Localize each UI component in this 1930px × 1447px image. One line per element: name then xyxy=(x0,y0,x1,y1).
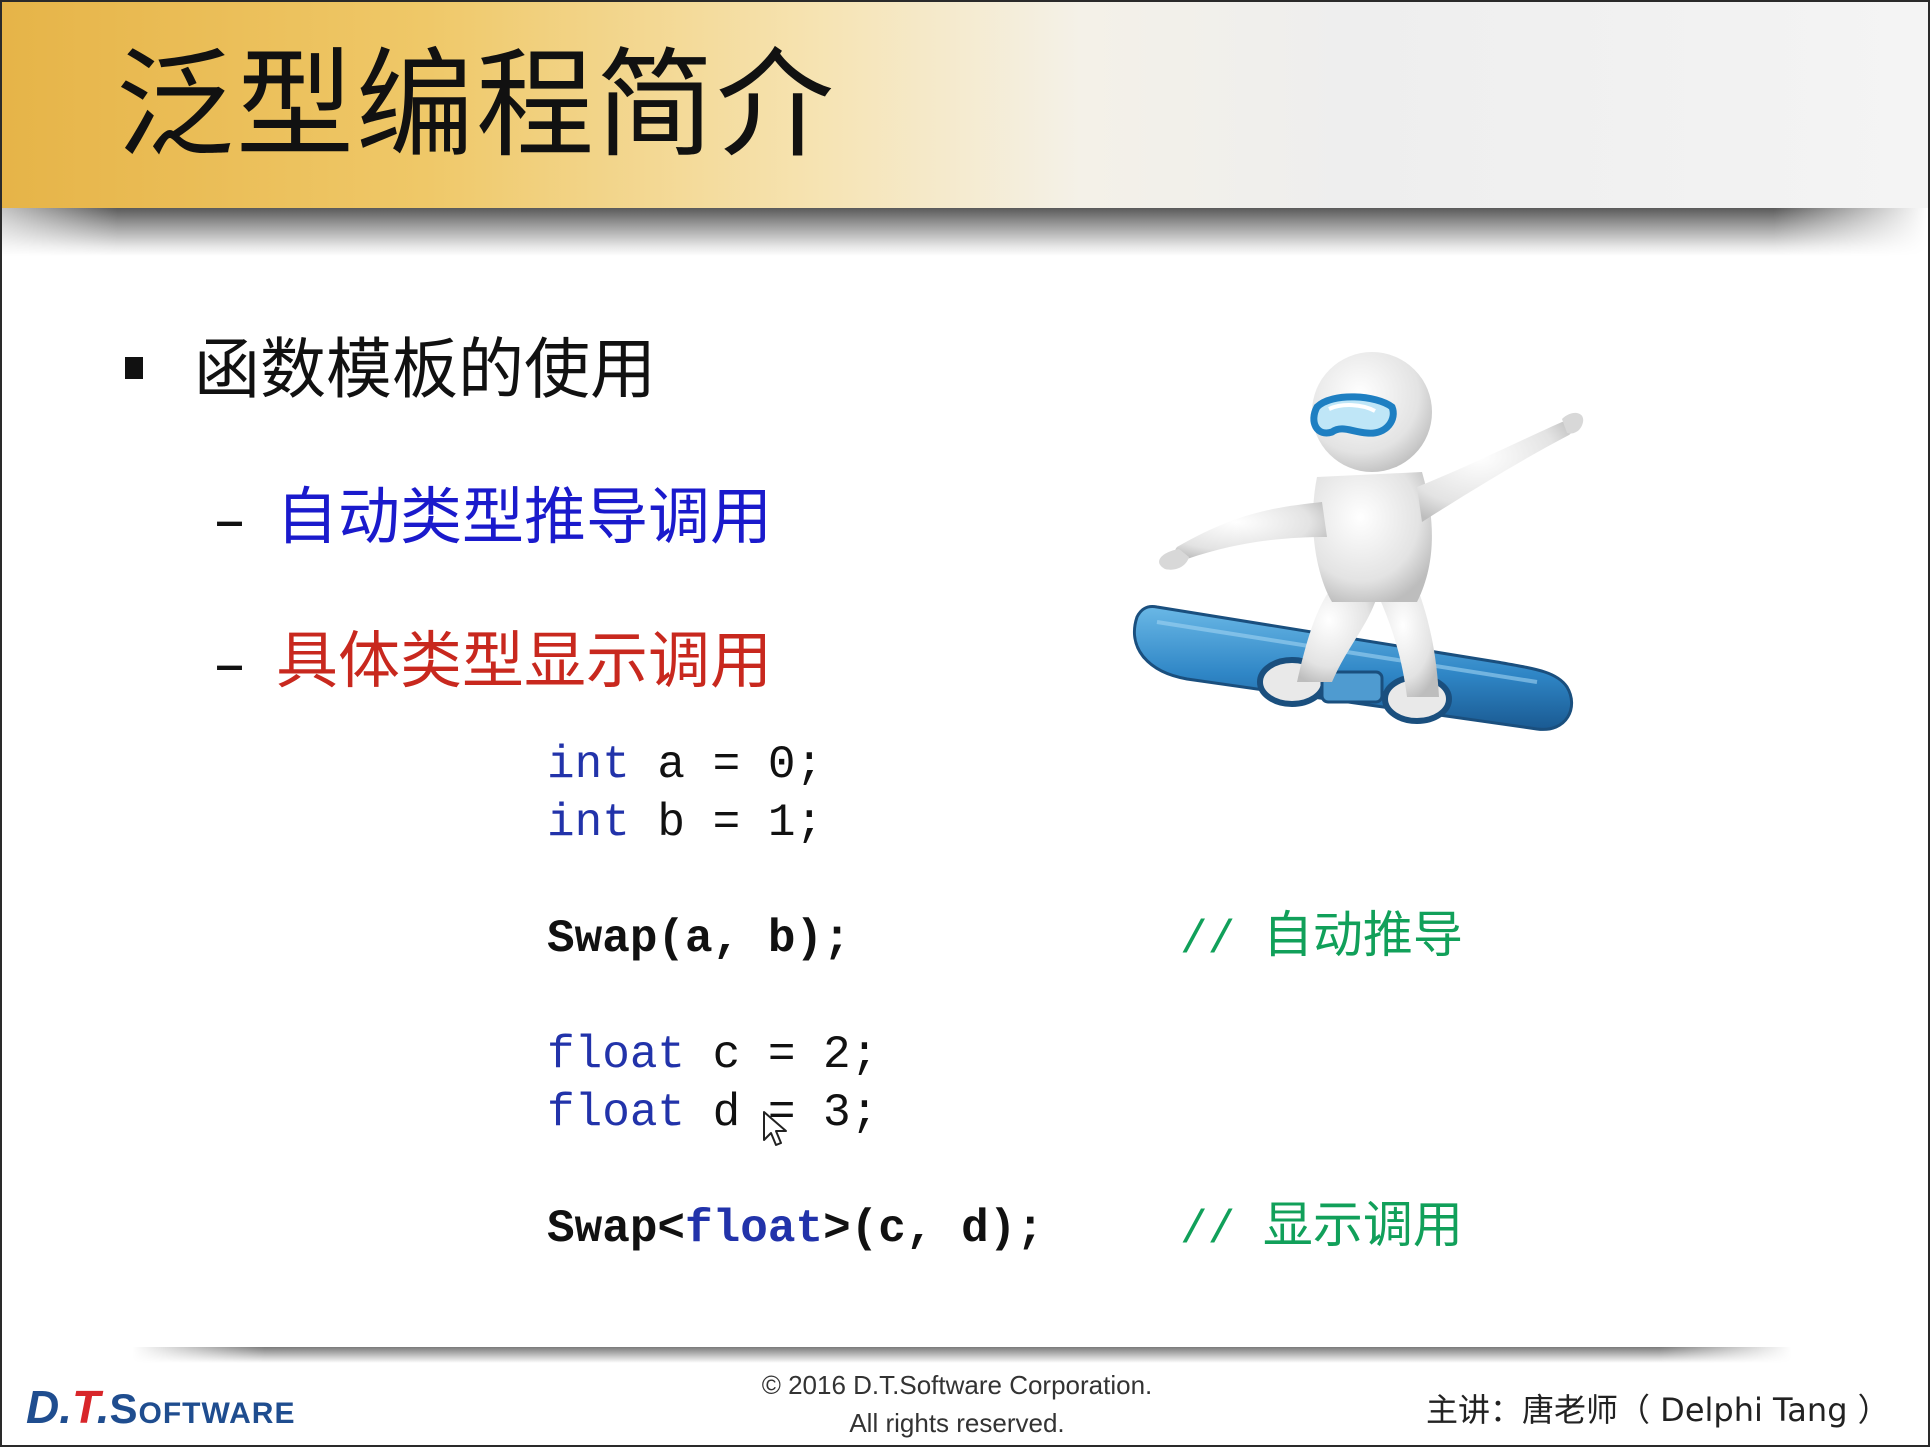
copyright-notice: © 2016 D.T.Software Corporation. All rig… xyxy=(742,1366,1172,1442)
code-text: a = 0; xyxy=(629,739,824,791)
copyright-line: All rights reserved. xyxy=(849,1408,1065,1438)
code-line: Swap<float>(c, d); xyxy=(547,1200,1044,1258)
code-text: b = 1; xyxy=(629,797,824,849)
code-comment: // 自动推导 xyxy=(1180,906,1463,969)
copyright-line: © 2016 D.T.Software Corporation. xyxy=(761,1370,1153,1400)
code-text: >(c, d); xyxy=(823,1203,1044,1255)
code-text: Swap< xyxy=(547,1203,686,1255)
bullet-marker xyxy=(125,357,143,379)
comment-slashes: // xyxy=(1180,1204,1263,1256)
bullet-text: 函数模板的使用 xyxy=(194,331,656,408)
footer-divider xyxy=(132,1347,1792,1363)
lecturer-credit: 主讲：唐老师（ Delphi Tang ） xyxy=(1426,1391,1890,1429)
header-shadow xyxy=(2,208,1928,256)
company-logo: D.T.SOFTWARE xyxy=(26,1381,296,1433)
code-keyword: int xyxy=(547,797,630,849)
code-line: float c = 2; xyxy=(547,1026,878,1084)
sub-item-auto-deduction: 自动类型推导调用 xyxy=(276,480,773,553)
slide-frame: 泛型编程简介 函数模板的使用 – 自动类型推导调用 – 具体类型显示调用 int… xyxy=(0,0,1930,1447)
mouse-pointer-icon xyxy=(763,1111,787,1146)
code-line: Swap(a, b); xyxy=(547,910,851,968)
code-keyword: float xyxy=(685,1203,824,1255)
code-line: int a = 0; xyxy=(547,736,823,794)
code-text: Swap(a, b); xyxy=(547,913,851,965)
code-keyword: float xyxy=(547,1029,686,1081)
code-text: c = 2; xyxy=(685,1029,879,1081)
code-keyword: int xyxy=(547,739,630,791)
comment-text: 自动推导 xyxy=(1262,906,1463,964)
slide-title: 泛型编程简介 xyxy=(116,36,837,174)
comment-slashes: // xyxy=(1180,914,1263,966)
sub-item-explicit-call: 具体类型显示调用 xyxy=(276,624,773,697)
dash-marker: – xyxy=(214,483,245,556)
dash-marker: – xyxy=(214,627,245,700)
code-keyword: float xyxy=(547,1087,686,1139)
code-comment: // 显示调用 xyxy=(1180,1196,1463,1259)
code-line: int b = 1; xyxy=(547,794,823,852)
slide-header: 泛型编程简介 xyxy=(2,2,1928,208)
comment-text: 显示调用 xyxy=(1262,1196,1463,1254)
code-line: float d = 3; xyxy=(547,1084,878,1142)
snowboarder-illustration xyxy=(1132,352,1584,731)
